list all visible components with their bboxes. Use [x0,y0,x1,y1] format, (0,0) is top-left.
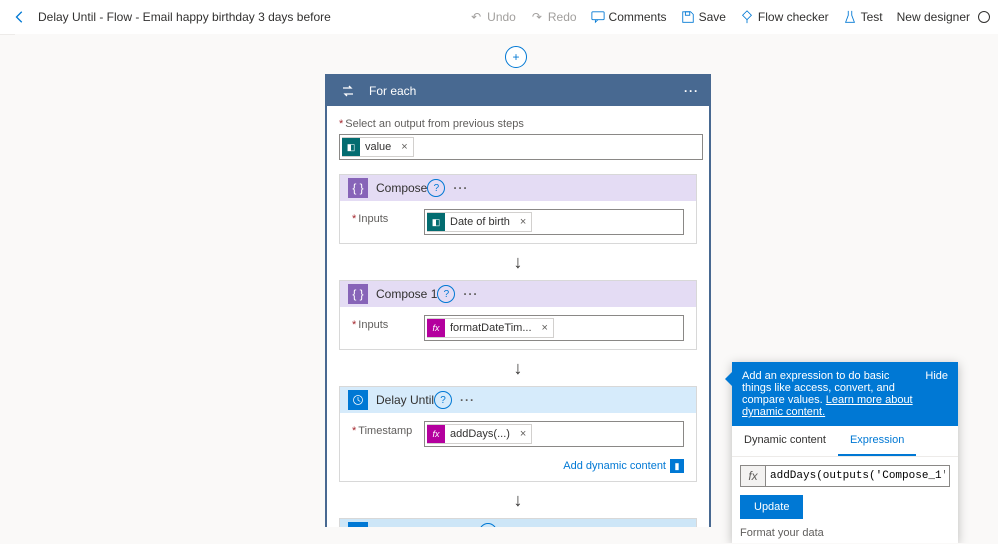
foreach-menu[interactable]: ··· [684,84,699,98]
add-dynamic-content-link[interactable]: Add dynamic content▮ [340,455,696,481]
panel-caret-icon [725,372,732,386]
delay-card[interactable]: Delay Until ? ··· *Timestamp fxaddDays(.… [339,386,697,482]
delay-icon [348,390,368,410]
add-step-button[interactable]: + [505,46,527,68]
test-button[interactable]: Test [843,10,883,24]
value-token[interactable]: ◧value× [342,137,414,157]
format-data-label: Format your data [732,527,958,543]
compose1-inputs-field[interactable]: fxformatDateTim...× [424,315,684,341]
foreach-select-label: *Select an output from previous steps [339,118,697,130]
tab-dynamic-content[interactable]: Dynamic content [732,426,838,456]
compose1-title: Compose 1 [376,287,437,301]
redo-button: ↷Redo [530,10,577,24]
compose-inputs-label: *Inputs [352,209,424,225]
connector-arrow: ↓ [339,488,697,512]
info-button[interactable]: ? [437,285,455,303]
compose1-inputs-label: *Inputs [352,315,424,331]
timestamp-field[interactable]: fxaddDays(...)× [424,421,684,447]
expression-panel: Add an expression to do basic things lik… [732,362,958,543]
compose-inputs-field[interactable]: ◧Date of birth× [424,209,684,235]
comment-icon [591,10,605,24]
foreach-icon [337,80,359,102]
remove-token[interactable]: × [537,322,553,334]
comments-button[interactable]: Comments [591,10,667,24]
compose1-menu[interactable]: ··· [463,287,478,301]
foreach-output-field[interactable]: ◧value× [339,134,703,160]
toggle-icon [978,11,990,23]
formatdate-token[interactable]: fxformatDateTim...× [427,318,554,338]
tab-expression[interactable]: Expression [838,426,916,456]
foreach-title: For each [369,84,684,98]
compose-menu[interactable]: ··· [453,181,468,195]
info-button[interactable]: ? [427,179,445,197]
flow-checker-button[interactable]: Flow checker [740,10,829,24]
hide-panel-button[interactable]: Hide [925,370,948,382]
dob-token[interactable]: ◧Date of birth× [427,212,532,232]
info-button[interactable]: ? [479,523,497,527]
save-button[interactable]: Save [681,10,726,24]
undo-button: ↶Undo [469,10,516,24]
redo-icon: ↷ [530,10,544,24]
compose-card[interactable]: { } Compose ? ··· *Inputs ◧Date of birth… [339,174,697,244]
sharepoint-icon: ◧ [342,138,360,156]
back-button[interactable] [8,5,32,29]
connector-arrow: ↓ [339,250,697,274]
undo-icon: ↶ [469,10,483,24]
sharepoint-icon: ◧ [427,213,445,231]
send-email-card[interactable]: Send an email (V2) ? ··· *To BDBabacar D… [339,518,697,527]
remove-token[interactable]: × [515,428,531,440]
connector-arrow: ↓ [339,356,697,380]
expression-input-wrapper: fx [740,465,950,487]
new-designer-toggle[interactable]: New designer [897,10,990,24]
expression-input[interactable] [766,466,949,486]
dynamic-badge-icon: ▮ [670,459,684,473]
remove-token[interactable]: × [396,141,412,153]
save-icon [681,10,695,24]
compose1-card[interactable]: { } Compose 1 ? ··· *Inputs fxformatDate… [339,280,697,350]
foreach-card[interactable]: For each ··· *Select an output from prev… [325,74,711,527]
timestamp-label: *Timestamp [352,421,424,437]
compose-icon: { } [348,284,368,304]
adddays-token[interactable]: fxaddDays(...)× [427,424,532,444]
remove-token[interactable]: × [515,216,531,228]
fx-icon: fx [741,466,766,486]
info-button[interactable]: ? [434,391,452,409]
checker-icon [740,10,754,24]
expression-help-text: Add an expression to do basic things lik… [742,370,917,418]
outlook-icon [348,522,368,527]
delay-menu[interactable]: ··· [460,393,475,407]
fx-icon: fx [427,425,445,443]
compose-icon: { } [348,178,368,198]
update-button[interactable]: Update [740,495,803,519]
fx-icon: fx [427,319,445,337]
compose-title: Compose [376,181,427,195]
test-icon [843,10,857,24]
top-toolbar: Delay Until - Flow - Email happy birthda… [0,0,998,35]
flow-title: Delay Until - Flow - Email happy birthda… [38,10,331,24]
delay-title: Delay Until [376,393,434,407]
